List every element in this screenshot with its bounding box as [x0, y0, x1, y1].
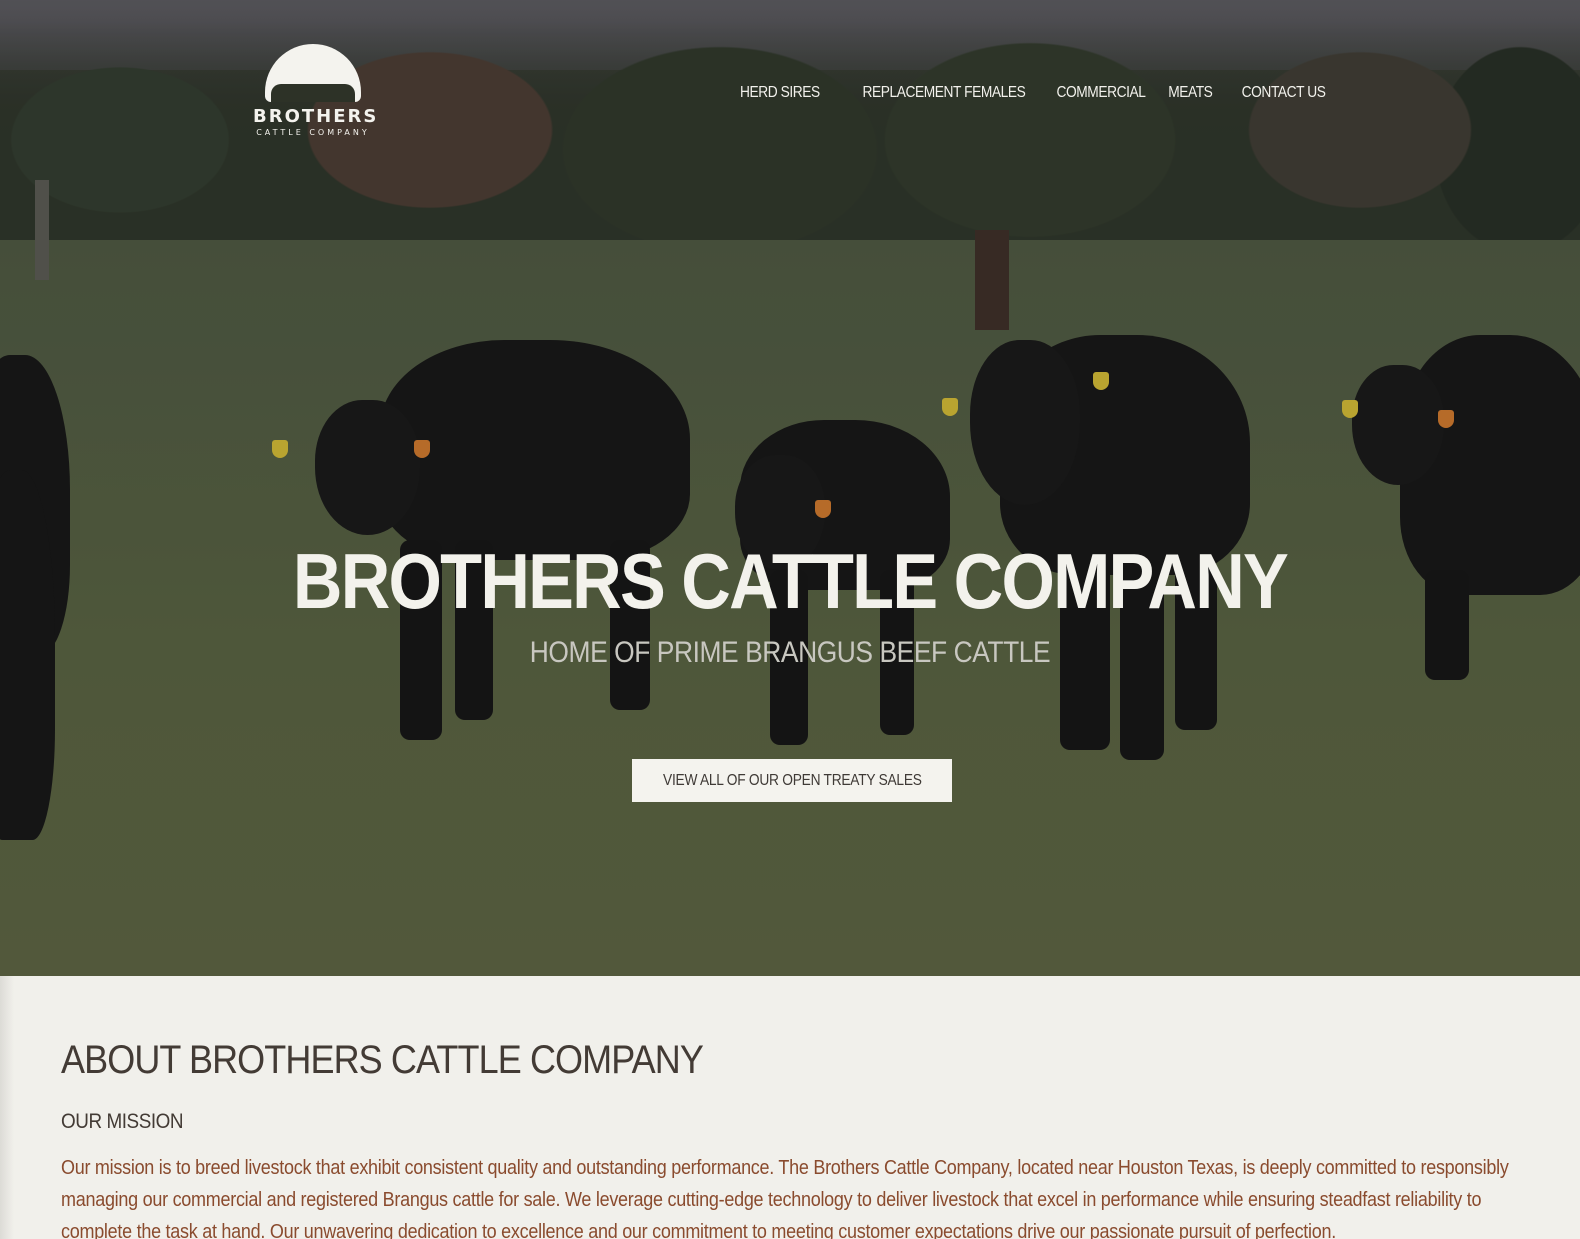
hero-overlay: [0, 0, 1580, 976]
hero-subtitle: HOME OF PRIME BRANGUS BEEF CATTLE: [529, 636, 1051, 669]
cta-label: VIEW ALL OF OUR OPEN TREATY SALES: [662, 771, 922, 789]
logo-brand-name: BROTHERS: [253, 106, 379, 127]
site-logo[interactable]: BROTHERS CATTLE COMPANY: [253, 44, 379, 144]
open-treaty-sales-button[interactable]: VIEW ALL OF OUR OPEN TREATY SALES: [632, 759, 952, 802]
hero-section: BROTHERS CATTLE COMPANY HERD SIRES REPLA…: [0, 0, 1580, 976]
about-edge: [0, 976, 14, 1239]
nav-meats[interactable]: MEATS: [1168, 84, 1213, 102]
logo-dome-icon: [265, 44, 361, 102]
logo-tagline: CATTLE COMPANY: [256, 128, 370, 137]
nav-herd-sires[interactable]: HERD SIRES: [740, 84, 820, 102]
main-nav: HERD SIRES REPLACEMENT FEMALES COMMERCIA…: [727, 84, 1326, 102]
mission-body: Our mission is to breed livestock that e…: [61, 1157, 1509, 1239]
about-section: ABOUT BROTHERS CATTLE COMPANY OUR MISSIO…: [0, 976, 1580, 1239]
nav-replacement-females[interactable]: REPLACEMENT FEMALES: [863, 84, 1026, 102]
nav-commercial[interactable]: COMMERCIAL: [1056, 84, 1145, 102]
nav-contact-us[interactable]: CONTACT US: [1242, 84, 1326, 102]
hero-title: BROTHERS CATTLE COMPANY: [292, 537, 1289, 625]
mission-subheading: OUR MISSION: [61, 1110, 184, 1133]
about-heading: ABOUT BROTHERS CATTLE COMPANY: [61, 1038, 704, 1082]
